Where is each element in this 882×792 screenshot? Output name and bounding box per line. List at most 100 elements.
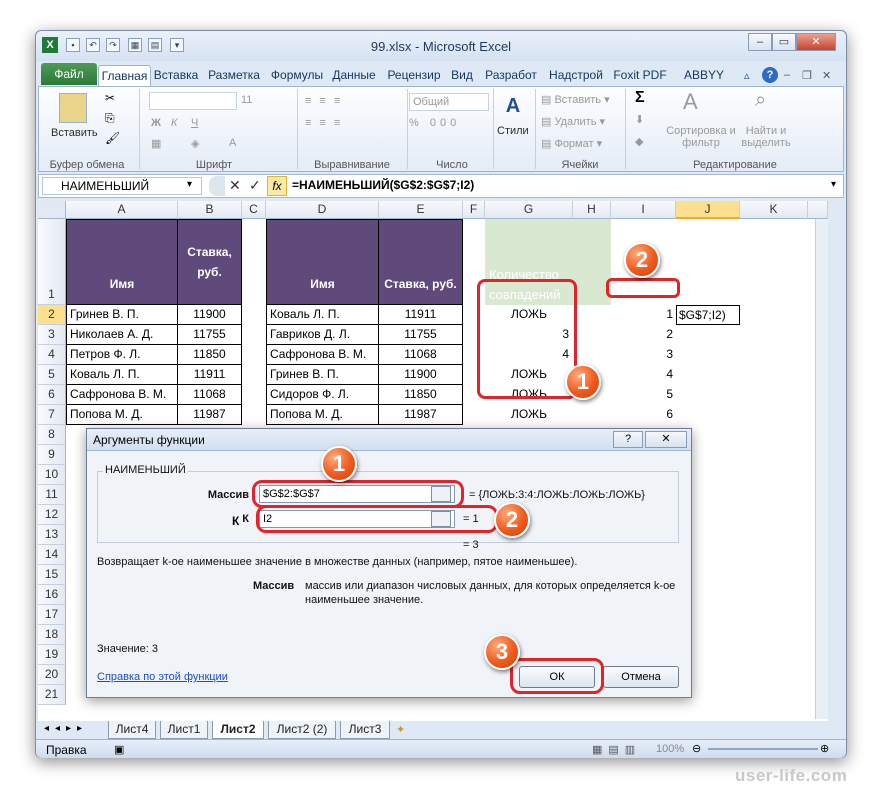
table2-name-cell[interactable]: Сидоров Ф. Л. [266, 385, 379, 405]
i-value-cell[interactable]: 2 [611, 325, 673, 345]
format-cells-button[interactable]: ▤ Формат ▾ [541, 137, 602, 150]
font-name-box[interactable] [149, 92, 237, 110]
clear-icon[interactable]: ◆ [635, 135, 643, 148]
sort-filter-button[interactable]: Сортировка и фильтр [665, 125, 737, 149]
table2-name-cell[interactable]: Гринев В. П. [266, 365, 379, 385]
row-header-4[interactable]: 4 [38, 345, 66, 365]
row-header-7[interactable]: 7 [38, 405, 66, 425]
row-header-6[interactable]: 6 [38, 385, 66, 405]
table2-rate-cell[interactable]: 11755 [379, 325, 463, 345]
sheet-tab-list2-copy[interactable]: Лист2 (2) [268, 721, 336, 739]
sheet-tab-list1[interactable]: Лист1 [160, 721, 208, 739]
sheet-tab-list3[interactable]: Лист3 [340, 721, 390, 739]
styles-icon[interactable]: A [501, 95, 525, 119]
sort-filter-icon[interactable]: A [683, 89, 698, 115]
header-name-1[interactable]: Имя [66, 219, 178, 305]
table2-rate-cell[interactable]: 11911 [379, 305, 463, 325]
row-header-3[interactable]: 3 [38, 325, 66, 345]
row-header-9[interactable]: 9 [38, 445, 66, 465]
row-header-16[interactable]: 16 [38, 585, 66, 605]
row-header-14[interactable]: 14 [38, 545, 66, 565]
tab-page-layout[interactable]: Разметка [203, 65, 265, 87]
table2-name-cell[interactable]: Попова М. Д. [266, 405, 379, 425]
row-header-15[interactable]: 15 [38, 565, 66, 585]
tab-view[interactable]: Вид [448, 65, 476, 87]
column-header-b[interactable]: B [178, 201, 242, 219]
currency-percent-icons[interactable]: % 000 [409, 117, 460, 129]
tab-home[interactable]: Главная [98, 65, 151, 87]
close-button[interactable]: ✕ [796, 33, 836, 51]
row-header-18[interactable]: 18 [38, 625, 66, 645]
table1-rate-cell[interactable]: 11911 [178, 365, 242, 385]
row-header-21[interactable]: 21 [38, 685, 66, 705]
workbook-min-icon[interactable]: – [784, 69, 790, 81]
dialog-close-button[interactable]: ✕ [645, 431, 687, 448]
column-header-i[interactable]: I [611, 201, 676, 219]
insert-cells-button[interactable]: ▤ Вставить ▾ [541, 93, 610, 106]
formula-bar-grip[interactable] [209, 176, 225, 196]
vertical-scrollbar[interactable] [815, 219, 828, 719]
bold-icon[interactable]: Ж [151, 117, 161, 129]
row-header-8[interactable]: 8 [38, 425, 66, 445]
row-header-1[interactable]: 1 [38, 219, 66, 305]
column-header-j[interactable]: J [676, 201, 740, 219]
paste-button[interactable]: Вставить [51, 127, 98, 139]
i-value-cell[interactable]: 5 [611, 385, 673, 405]
row-header-12[interactable]: 12 [38, 505, 66, 525]
horizontal-align-icons[interactable]: ≡≡≡ [305, 117, 348, 129]
name-box-dropdown-icon[interactable]: ▾ [187, 179, 192, 190]
help-icon[interactable]: ? [762, 67, 778, 83]
font-color-icon[interactable]: A [229, 137, 236, 149]
header-rate-2[interactable]: Ставка, руб. [379, 219, 463, 305]
borders-icon[interactable]: ▦ [151, 137, 161, 150]
collapse-ribbon-icon[interactable]: ▵ [744, 69, 758, 83]
column-header-g[interactable]: G [485, 201, 573, 219]
vertical-align-icons[interactable]: ≡≡≡ [305, 95, 348, 107]
zoom-out-icon[interactable]: ⊖ [692, 742, 701, 755]
workbook-restore-icon[interactable]: ❐ [802, 69, 812, 82]
table1-rate-cell[interactable]: 11987 [178, 405, 242, 425]
column-header-h[interactable]: H [573, 201, 611, 219]
zoom-slider[interactable] [708, 748, 818, 750]
view-mode-icons[interactable]: ▦▤▥ [592, 743, 641, 756]
row-header-17[interactable]: 17 [38, 605, 66, 625]
table1-name-cell[interactable]: Петров Ф. Л. [66, 345, 178, 365]
table1-rate-cell[interactable]: 11068 [178, 385, 242, 405]
table2-rate-cell[interactable]: 11850 [379, 385, 463, 405]
expand-formula-bar-icon[interactable]: ▾ [831, 179, 836, 190]
underline-icon[interactable]: Ч [191, 117, 198, 129]
delete-cells-button[interactable]: ▤ Удалить ▾ [541, 115, 605, 128]
row-header-20[interactable]: 20 [38, 665, 66, 685]
dialog-help-button[interactable]: ? [613, 431, 643, 448]
i-value-cell[interactable]: 6 [611, 405, 673, 425]
autosum-icon[interactable]: Σ [635, 89, 645, 107]
formula-input[interactable]: =НАИМЕНЬШИЙ($G$2:$G$7;I2) [292, 177, 822, 195]
header-rate-1[interactable]: Ставка, руб. [178, 219, 242, 305]
table2-name-cell[interactable]: Гавриков Д. Л. [266, 325, 379, 345]
i-value-cell[interactable]: 3 [611, 345, 673, 365]
table1-rate-cell[interactable]: 11755 [178, 325, 242, 345]
column-header-k[interactable]: K [740, 201, 808, 219]
table1-name-cell[interactable]: Николаев А. Д. [66, 325, 178, 345]
find-select-button[interactable]: Найти и выделить [741, 125, 791, 149]
maximize-button[interactable]: ▭ [772, 33, 796, 51]
table2-rate-cell[interactable]: 11900 [379, 365, 463, 385]
number-format-box[interactable]: Общий [409, 93, 489, 111]
insert-sheet-icon[interactable]: ✦ [396, 723, 405, 736]
tab-insert[interactable]: Вставка [151, 65, 201, 87]
row-header-2[interactable]: 2 [38, 305, 66, 325]
sheet-tab-list4[interactable]: Лист4 [108, 721, 156, 739]
select-all-corner[interactable] [38, 201, 66, 219]
help-link[interactable]: Справка по этой функции [97, 671, 228, 683]
table2-name-cell[interactable]: Сафронова В. М. [266, 345, 379, 365]
tab-foxit[interactable]: Foxit PDF [610, 65, 670, 87]
g-value-cell[interactable]: ЛОЖЬ [485, 405, 573, 425]
tab-formulas[interactable]: Формулы [268, 65, 326, 87]
column-header-f[interactable]: F [463, 201, 485, 219]
minimize-button[interactable]: – [748, 33, 772, 51]
table1-name-cell[interactable]: Коваль Л. П. [66, 365, 178, 385]
tab-addins[interactable]: Надстрой [546, 65, 606, 87]
row-header-5[interactable]: 5 [38, 365, 66, 385]
table1-rate-cell[interactable]: 11900 [178, 305, 242, 325]
i-value-cell[interactable]: 1 [611, 305, 673, 325]
